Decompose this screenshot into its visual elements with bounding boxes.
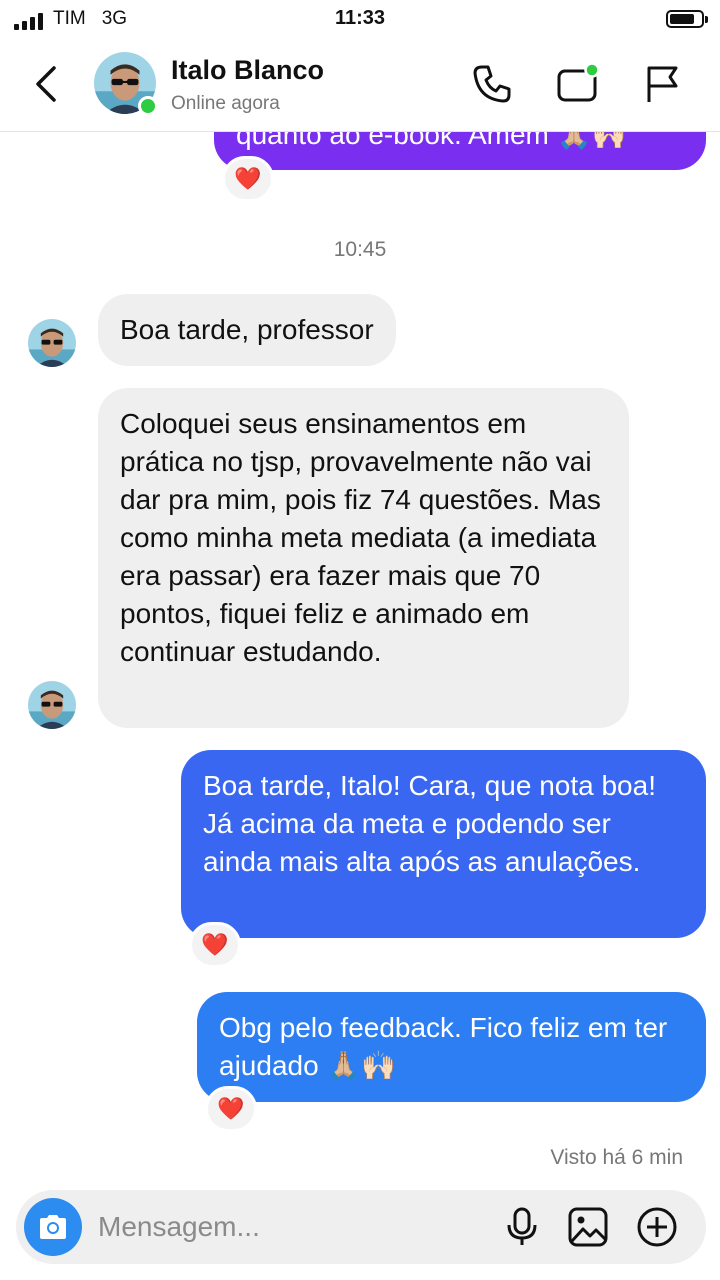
chat-thread: quanto ao e-book. Amém 🙏🏼🙌🏻 ❤️ 10:45 Boa… — [0, 0, 720, 1280]
heart-reaction-icon[interactable]: ❤️ — [189, 922, 241, 968]
contact-name[interactable]: Italo Blanco — [171, 55, 324, 86]
seen-status: Visto há 6 min — [550, 1146, 683, 1169]
message-text: Boa tarde, professor — [120, 314, 374, 345]
chat-header: Italo Blanco Online agora — [0, 40, 720, 132]
contact-status: Online agora — [171, 93, 280, 114]
heart-reaction-icon[interactable]: ❤️ — [222, 156, 274, 202]
phone-icon[interactable] — [470, 62, 514, 106]
time-separator: 10:45 — [333, 238, 387, 261]
reaction-emoji: ❤️ — [217, 1096, 245, 1121]
online-indicator — [138, 96, 158, 116]
message-composer — [16, 1190, 706, 1264]
gallery-icon[interactable] — [566, 1205, 610, 1249]
add-icon[interactable] — [635, 1205, 679, 1249]
camera-button[interactable] — [24, 1198, 82, 1256]
reaction-emoji: ❤️ — [201, 932, 229, 957]
heart-reaction-icon[interactable]: ❤️ — [205, 1086, 257, 1132]
outgoing-message[interactable]: Obg pelo feedback. Fico feliz em ter aju… — [197, 992, 706, 1102]
camera-icon — [40, 1215, 66, 1239]
incoming-message[interactable]: Coloquei seus ensinamentos em prática no… — [98, 388, 629, 728]
incoming-message[interactable]: Boa tarde, professor — [98, 294, 396, 366]
back-icon[interactable] — [30, 62, 66, 106]
message-text: Boa tarde, Italo! Cara, que nota boa! Já… — [203, 770, 656, 877]
message-text: Obg pelo feedback. Fico feliz em ter aju… — [219, 1012, 668, 1081]
avatar[interactable] — [28, 319, 76, 367]
reaction-emoji: ❤️ — [234, 166, 262, 191]
avatar[interactable] — [28, 681, 76, 729]
microphone-icon[interactable] — [500, 1205, 544, 1249]
video-icon[interactable] — [556, 62, 600, 106]
outgoing-message[interactable]: Boa tarde, Italo! Cara, que nota boa! Já… — [181, 750, 706, 938]
flag-icon[interactable] — [640, 62, 684, 106]
message-input[interactable] — [98, 1204, 488, 1250]
message-text: Coloquei seus ensinamentos em prática no… — [120, 408, 601, 667]
